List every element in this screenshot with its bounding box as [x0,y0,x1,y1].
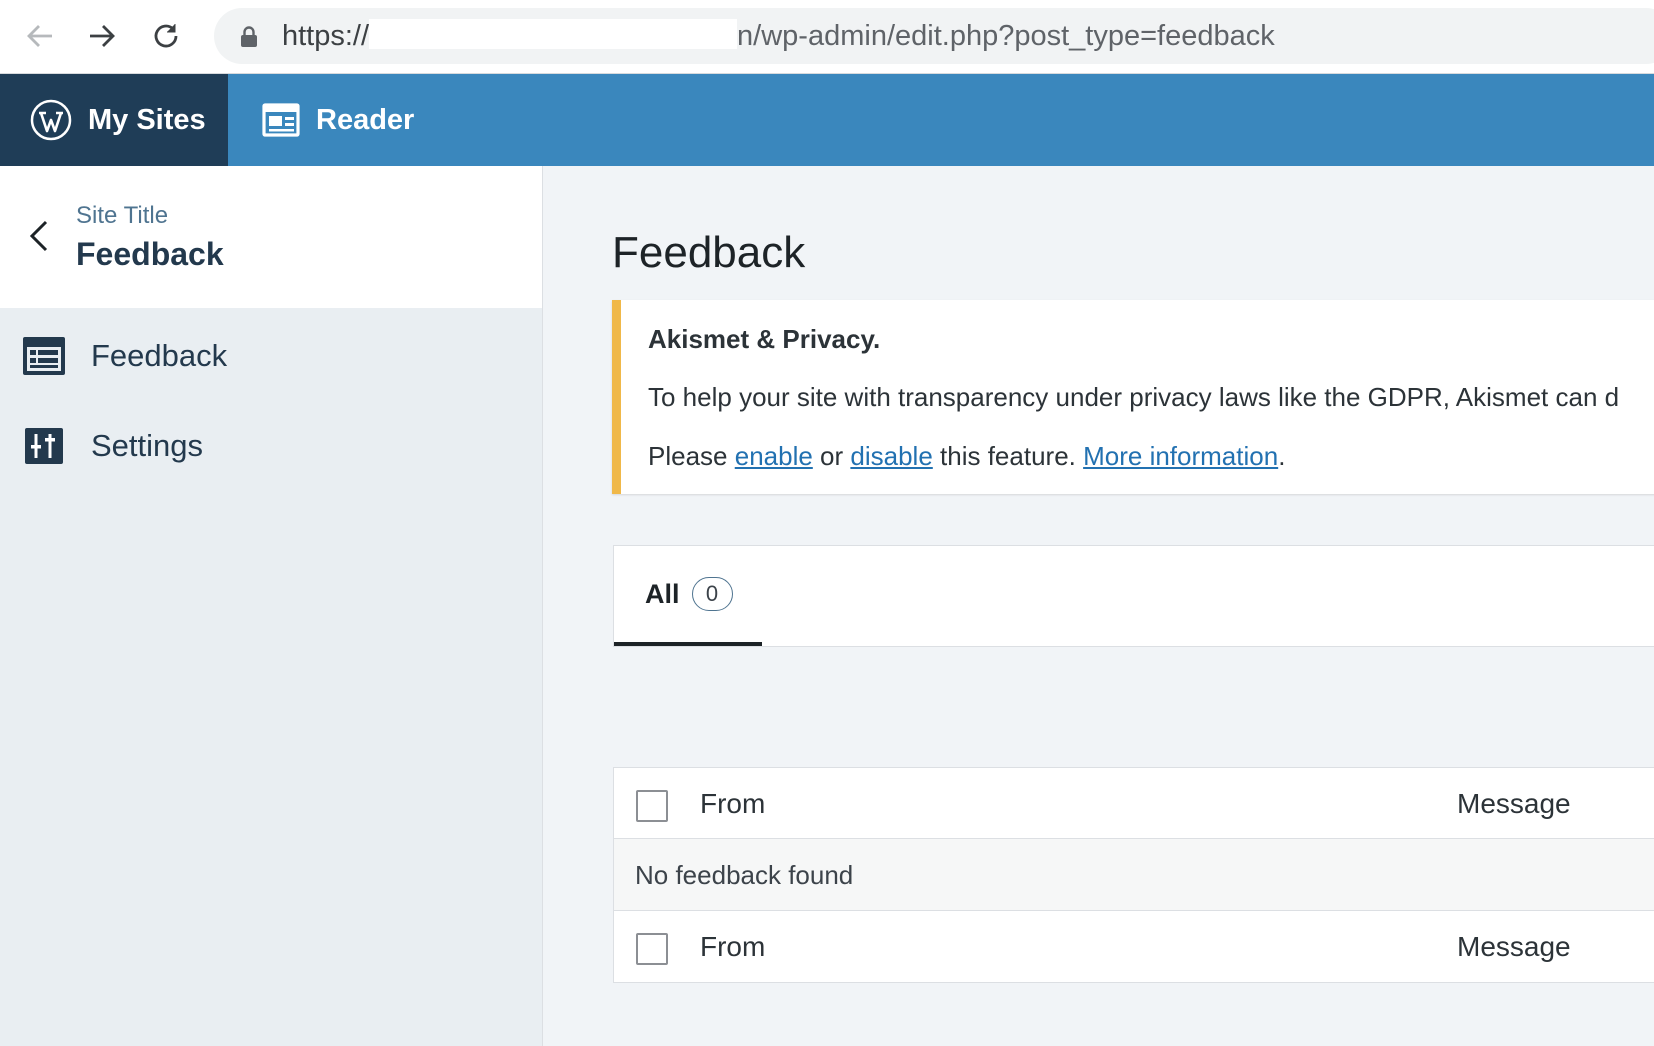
reader-icon [262,103,300,137]
tab-all[interactable]: All 0 [614,546,762,646]
sidebar-site-title: Site Title [76,202,169,229]
sidebar-item-settings[interactable]: Settings [0,406,542,486]
tab-all-label: All [645,578,680,609]
feedback-table: From Message No feedback found From Mess… [613,767,1654,983]
sidebar-header: Site Title Feedback [0,166,542,308]
arrow-right-icon [90,25,115,47]
settings-sliders-icon [22,424,66,468]
table-footer-row: From Message [614,911,1654,982]
arrow-left-icon [27,25,52,47]
wordpress-logo-icon [30,99,72,141]
notice-please-text: Please [648,441,735,471]
lock-icon [241,26,257,47]
select-all-checkbox-footer[interactable] [636,933,668,965]
notice-body: To help your site with transparency unde… [648,382,1620,412]
chevron-left-icon[interactable] [26,218,54,254]
notice-this-feature-text: this feature. [932,441,1084,471]
column-footer-from[interactable]: From [700,911,765,982]
enable-link[interactable]: enable [735,441,813,471]
reader-button[interactable]: Reader [228,74,414,166]
column-header-from[interactable]: From [700,768,765,839]
sidebar: Site Title Feedback Feedback Settings [0,166,543,1046]
column-header-message: Message [1457,788,1571,819]
column-footer-message: Message [1457,931,1571,962]
akismet-privacy-notice: Akismet & Privacy. To help your site wit… [612,300,1654,494]
url-path: n/wp-admin/edit.php?post_type=feedback [737,20,1275,52]
my-sites-button[interactable]: My Sites [0,74,228,166]
notice-title: Akismet & Privacy. [648,324,881,354]
tab-all-count-badge: 0 [691,577,733,611]
table-empty-row: No feedback found [614,839,1654,911]
more-information-link[interactable]: More information [1083,441,1278,471]
url-text: https:// n/wp-admin/edit.php?post_type=fe… [282,8,1275,64]
forward-button[interactable] [82,16,122,56]
notice-actions: Please enable or disable this feature. M… [648,441,1285,472]
notice-or-text: or [812,441,851,471]
empty-message: No feedback found [635,860,854,890]
disable-link[interactable]: disable [850,441,932,471]
masterbar: My Sites Reader [0,74,1654,166]
main-content: Feedback Akismet & Privacy. To help your… [543,166,1654,1046]
reader-label: Reader [316,103,415,136]
table-header-row: From Message [614,768,1654,839]
browser-toolbar: https:// n/wp-admin/edit.php?post_type=fe… [0,0,1654,74]
sidebar-item-label: Feedback [91,338,228,373]
reload-button[interactable] [146,16,186,56]
sidebar-item-feedback[interactable]: Feedback [0,316,542,396]
feedback-icon [22,334,66,378]
sidebar-section-title: Feedback [76,236,224,272]
my-sites-label: My Sites [88,103,206,136]
back-button[interactable] [20,16,60,56]
reload-icon [154,24,178,48]
notice-period: . [1278,441,1286,471]
url-protocol: https:// [282,20,370,52]
page-title: Feedback [612,228,806,277]
url-redaction [369,19,738,50]
select-all-checkbox[interactable] [636,790,668,822]
address-bar[interactable]: https:// n/wp-admin/edit.php?post_type=fe… [214,8,1654,64]
feedback-tabs: All 0 [613,545,1654,647]
sidebar-item-label: Settings [91,428,204,463]
